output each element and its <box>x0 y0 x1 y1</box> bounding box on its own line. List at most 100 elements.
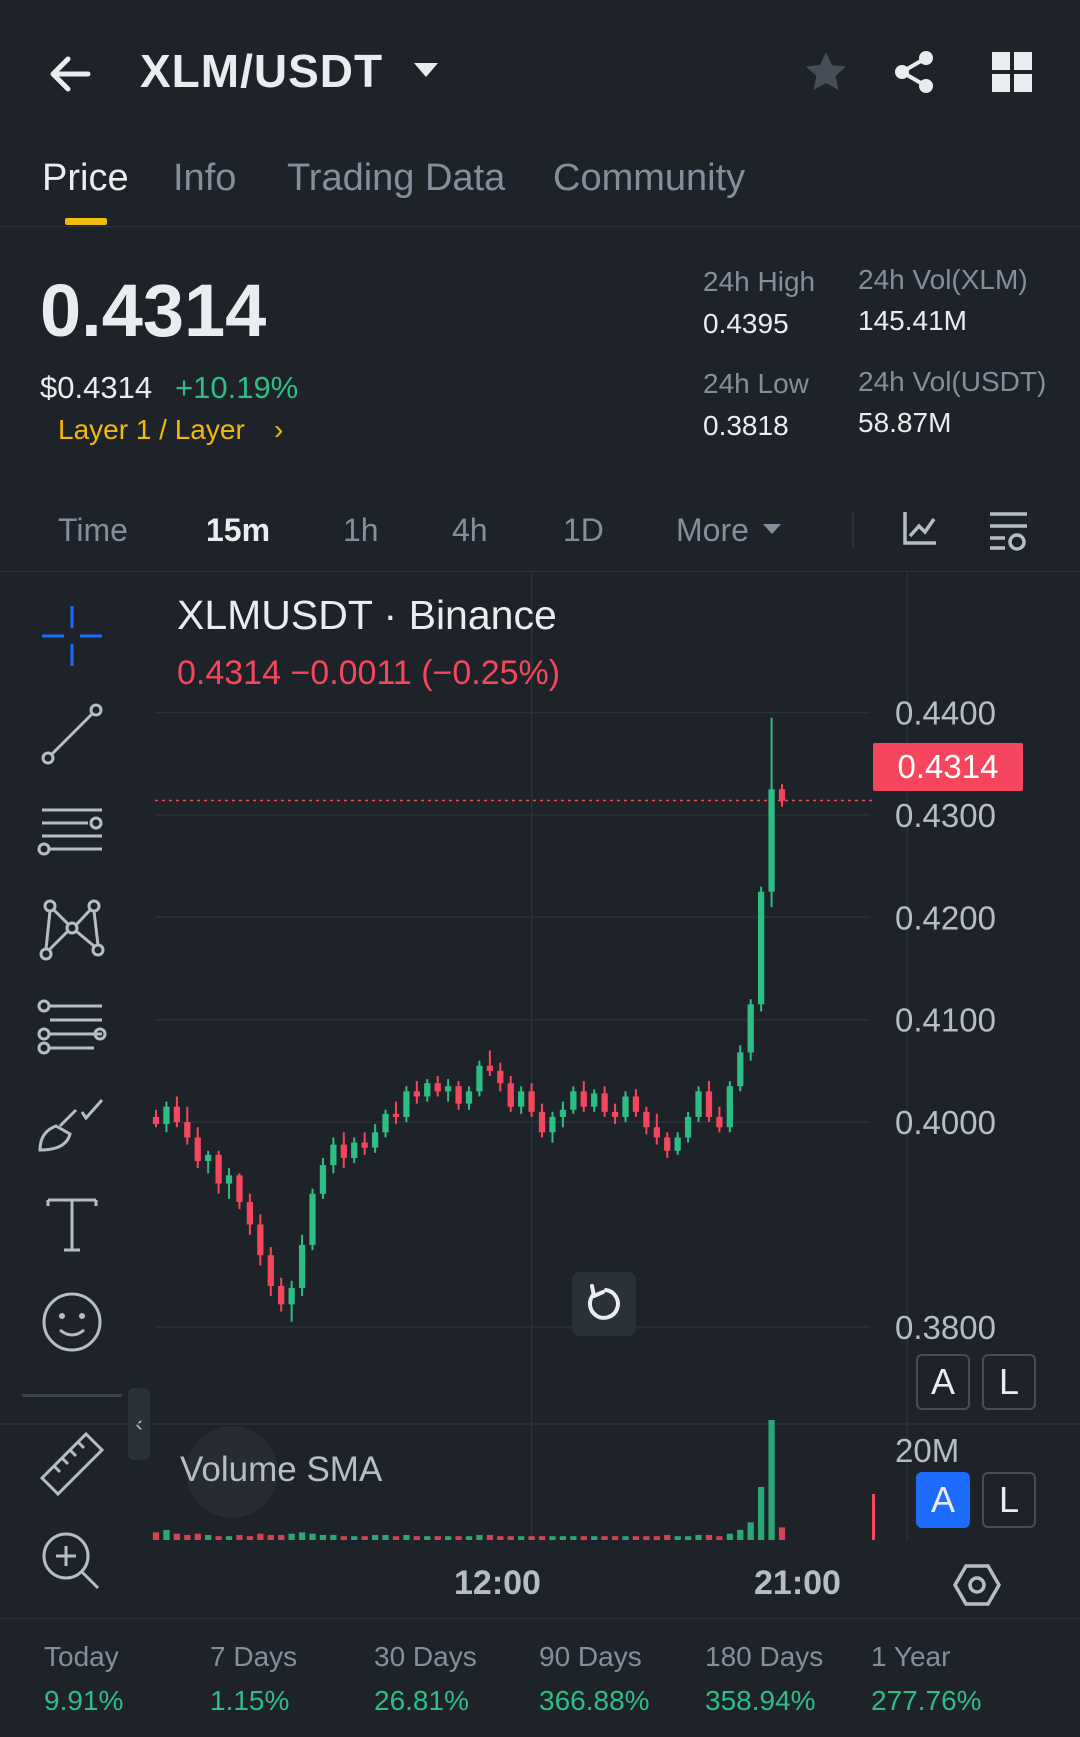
grid-icon[interactable] <box>988 48 1036 96</box>
auto-scale-button[interactable]: A <box>916 1354 970 1410</box>
perf-value: 366.88% <box>539 1685 650 1716</box>
interval-more[interactable]: More <box>676 512 749 549</box>
volume-bar <box>611 1536 619 1540</box>
pair-title[interactable]: XLM/USDT <box>140 44 383 98</box>
volume-bar <box>632 1536 640 1540</box>
vol-base-value: 145.41M <box>858 305 967 336</box>
candle <box>705 1091 713 1117</box>
share-icon[interactable] <box>890 48 938 96</box>
candle <box>392 1113 400 1117</box>
interval-15m[interactable]: 15m <box>206 512 270 549</box>
candle <box>538 1111 546 1133</box>
volume-bar <box>298 1532 306 1540</box>
perf-label: 180 Days <box>705 1641 824 1672</box>
volume-bar <box>716 1536 723 1540</box>
log-scale-button[interactable]: L <box>982 1354 1036 1410</box>
volume-bar <box>705 1534 713 1540</box>
volume-bar <box>330 1534 337 1540</box>
candle <box>455 1086 462 1104</box>
perf-label: 1 Year <box>871 1641 951 1672</box>
chart-settings-icon[interactable] <box>987 508 1031 552</box>
volume-bar <box>684 1536 692 1540</box>
perf-7d: 7 Days 1.15% <box>210 1641 297 1717</box>
candle <box>622 1096 629 1117</box>
volume-bar <box>288 1533 295 1540</box>
candle <box>664 1137 671 1151</box>
tab-price[interactable]: Price <box>42 157 129 200</box>
perf-label: 90 Days <box>539 1641 642 1672</box>
current-price-tag: 0.4314 <box>873 743 1023 791</box>
tab-bar: Price Info Trading Data Community <box>0 145 1080 227</box>
interval-1d[interactable]: 1D <box>563 512 604 549</box>
price-axis-label: 0.4000 <box>895 1104 996 1141</box>
candlestick-chart[interactable]: 0.4400 0.4300 0.4200 0.4100 0.4000 0.3800 20M <box>0 572 1080 1618</box>
candle <box>257 1224 264 1256</box>
volume-auto-button[interactable]: A <box>916 1472 970 1528</box>
interval-4h[interactable]: 4h <box>452 512 488 549</box>
candle <box>570 1091 577 1110</box>
chart-settings-hex-icon[interactable] <box>952 1560 1002 1610</box>
volume-bar <box>152 1532 160 1540</box>
volume-bar <box>215 1536 222 1540</box>
tab-trading-data[interactable]: Trading Data <box>287 157 505 200</box>
candle <box>445 1086 452 1092</box>
candle <box>716 1116 723 1128</box>
candle <box>559 1109 567 1117</box>
volume-bar <box>267 1534 274 1540</box>
interval-1h[interactable]: 1h <box>343 512 379 549</box>
candle <box>778 789 786 801</box>
chart-title: XLMUSDT · Binance <box>177 592 557 638</box>
candle <box>726 1086 733 1128</box>
candle <box>163 1106 170 1125</box>
caret-down-icon[interactable] <box>762 522 782 536</box>
volume-bar <box>392 1536 400 1540</box>
candle <box>319 1165 327 1194</box>
perf-value: 9.91% <box>44 1685 124 1716</box>
volume-bar <box>622 1536 629 1540</box>
last-price: 0.4314 <box>40 269 267 352</box>
volume-bar <box>309 1533 316 1540</box>
tab-community[interactable]: Community <box>553 157 745 200</box>
candle <box>528 1091 535 1112</box>
chevron-right-icon[interactable]: › <box>274 414 283 446</box>
volume-bar <box>549 1536 556 1540</box>
indicator-icon[interactable] <box>900 508 940 548</box>
chart-area: ‹ 0.44000.43000.42000.41000.40000.380020… <box>0 572 1080 1618</box>
volume-bar <box>340 1536 347 1540</box>
star-icon[interactable] <box>802 48 850 96</box>
caret-down-icon[interactable] <box>412 60 440 80</box>
candle <box>236 1175 243 1202</box>
volume-bar <box>726 1533 733 1540</box>
candle <box>768 789 775 892</box>
perf-value: 277.76% <box>871 1685 982 1716</box>
volume-bar <box>194 1533 201 1540</box>
volume-bar <box>518 1536 525 1540</box>
volume-bar <box>778 1527 786 1540</box>
volume-log-button[interactable]: L <box>982 1472 1036 1528</box>
candle <box>674 1137 681 1151</box>
candle <box>298 1244 306 1288</box>
price-axis-label: 0.4100 <box>895 1002 996 1039</box>
tab-info[interactable]: Info <box>173 157 236 200</box>
price-axis-label: 0.3800 <box>895 1309 996 1346</box>
volume-axis-label: 20M <box>895 1432 959 1469</box>
volume-bar <box>664 1534 671 1540</box>
active-tab-indicator <box>65 218 107 225</box>
vol-quote-value: 58.87M <box>858 407 952 438</box>
candle <box>758 891 765 1005</box>
volume-bar <box>455 1536 462 1540</box>
perf-value: 26.81% <box>374 1685 469 1716</box>
back-arrow-icon[interactable] <box>44 48 96 100</box>
interval-time[interactable]: Time <box>58 512 128 549</box>
reset-chart-icon[interactable] <box>572 1272 636 1336</box>
volume-bar <box>747 1522 754 1540</box>
candle <box>194 1137 201 1161</box>
high-value: 0.4395 <box>703 308 789 339</box>
candle <box>246 1201 254 1225</box>
category-link[interactable]: Layer 1 / Layer <box>58 414 245 446</box>
volume-bar <box>225 1536 233 1540</box>
volume-bar <box>643 1536 650 1540</box>
perf-label: 30 Days <box>374 1641 477 1672</box>
candle <box>173 1106 180 1123</box>
price-axis-label: 0.4400 <box>895 694 996 731</box>
